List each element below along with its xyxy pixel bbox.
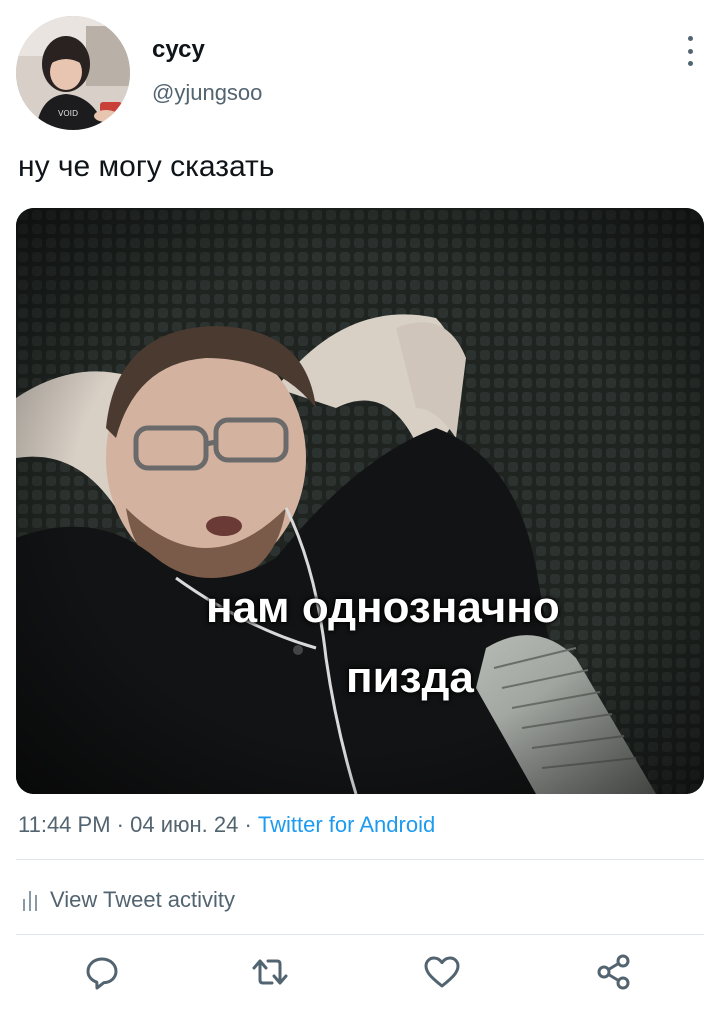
media-caption-line2: пизда (346, 653, 474, 702)
view-tweet-activity-button[interactable]: View Tweet activity (22, 884, 235, 916)
reply-button[interactable] (80, 950, 124, 994)
tweet-header: VOID сусу @yjungsoo (0, 0, 720, 140)
svg-text:VOID: VOID (58, 109, 78, 118)
display-name[interactable]: сусу (152, 36, 205, 64)
dot (687, 36, 693, 41)
media-image (16, 208, 704, 794)
media-caption-line1: нам однозначно (206, 583, 560, 632)
divider (16, 934, 704, 935)
reply-icon (86, 957, 118, 990)
meta-separator: · (238, 812, 258, 837)
tweet-meta: 11:44 PM · 04 июн. 24 · Twitter for Andr… (18, 812, 435, 838)
heart-icon (424, 956, 460, 988)
retweet-icon (252, 959, 288, 985)
view-tweet-activity-label: View Tweet activity (50, 887, 236, 912)
tweet-date: 04 июн. 24 (130, 812, 239, 837)
tweet-source-link[interactable]: Twitter for Android (258, 812, 435, 837)
avatar[interactable]: VOID (16, 16, 130, 130)
meta-separator: · (110, 812, 131, 837)
like-button[interactable] (420, 950, 464, 994)
share-button[interactable] (592, 950, 636, 994)
retweet-button[interactable] (248, 950, 292, 994)
divider (16, 859, 704, 860)
tweet-action-bar (0, 950, 720, 1002)
tweet-media[interactable]: нам однозначно пизда (16, 208, 704, 794)
share-icon (597, 954, 630, 990)
tweet-text: ну че могу сказать (18, 150, 275, 183)
dot (687, 61, 693, 66)
more-options-icon[interactable] (680, 36, 700, 66)
avatar-photo: VOID (16, 16, 130, 130)
bar-chart-icon (23, 891, 37, 911)
tweet-time: 11:44 PM (18, 812, 111, 837)
user-handle[interactable]: @yjungsoo (152, 80, 262, 106)
dot (687, 48, 693, 54)
